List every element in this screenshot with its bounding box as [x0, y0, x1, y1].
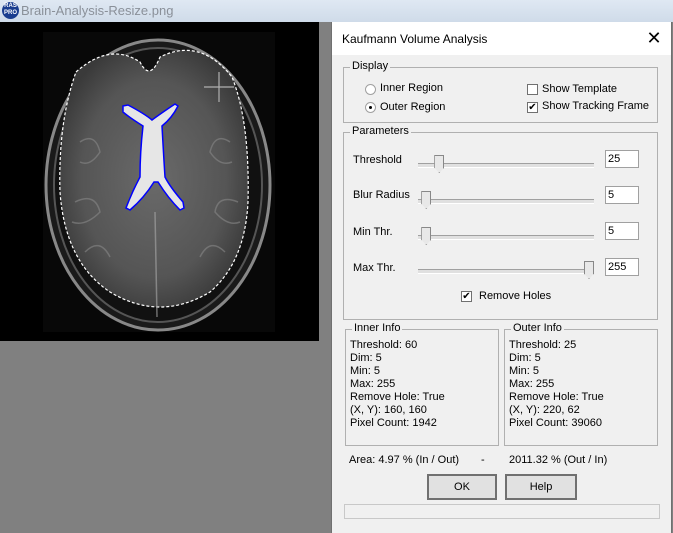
area-in-out: Area: 4.97 % (In / Out): [349, 454, 460, 466]
inner-info-remove-hole: Remove Hole: True: [350, 391, 445, 403]
window-titlebar: RAS PRO Brain-Analysis-Resize.png: [0, 0, 673, 22]
inner-info-min: Min: 5: [350, 365, 380, 377]
min-thr-slider-track[interactable]: [418, 235, 594, 240]
outer-region-radio[interactable]: [365, 102, 376, 113]
outer-info-label: Outer Info: [511, 322, 564, 334]
inner-info-group: Inner Info Threshold: 60 Dim: 5 Min: 5 M…: [345, 322, 499, 446]
threshold-slider-thumb[interactable]: [434, 155, 445, 173]
show-template-checkbox[interactable]: [527, 84, 538, 95]
show-tracking-frame-label[interactable]: Show Tracking Frame: [542, 100, 649, 112]
area-separator: -: [481, 454, 485, 466]
inner-info-threshold: Threshold: 60: [350, 339, 418, 351]
outer-info-lines: Threshold: 25 Dim: 5 Min: 5 Max: 255 Rem…: [509, 339, 604, 430]
outer-region-label[interactable]: Outer Region: [380, 101, 445, 113]
mri-image: [43, 32, 275, 332]
outer-info-threshold: Threshold: 25: [509, 339, 577, 351]
min-thr-input[interactable]: 5: [605, 222, 639, 240]
remove-holes-checkbox[interactable]: ✔: [461, 291, 472, 302]
dialog-titlebar[interactable]: Kaufmann Volume Analysis ✕: [332, 22, 671, 55]
blur-radius-slider-track[interactable]: [418, 199, 594, 204]
outer-info-group: Outer Info Threshold: 25 Dim: 5 Min: 5 M…: [504, 322, 658, 446]
inner-info-xy: (X, Y): 160, 160: [350, 404, 427, 416]
threshold-slider-track[interactable]: [418, 163, 594, 168]
ok-button[interactable]: OK: [427, 474, 497, 500]
min-thr-label: Min Thr.: [353, 226, 393, 238]
max-thr-input[interactable]: 255: [605, 258, 639, 276]
window-title: Brain-Analysis-Resize.png: [21, 3, 174, 18]
checkmark-icon: ✔: [462, 291, 471, 302]
blur-radius-slider-thumb[interactable]: [421, 191, 432, 209]
volume-analysis-dialog: Kaufmann Volume Analysis ✕ Display Inner…: [331, 22, 672, 533]
show-template-label[interactable]: Show Template: [542, 83, 617, 95]
inner-region-label[interactable]: Inner Region: [380, 82, 443, 94]
max-thr-slider-track[interactable]: [418, 269, 594, 274]
max-thr-label: Max Thr.: [353, 262, 396, 274]
max-thr-slider-thumb[interactable]: [584, 261, 594, 279]
blur-radius-input[interactable]: 5: [605, 186, 639, 204]
outer-info-min: Min: 5: [509, 365, 539, 377]
mri-image-canvas[interactable]: [0, 22, 319, 341]
parameters-group-label: Parameters: [350, 125, 411, 137]
inner-info-lines: Threshold: 60 Dim: 5 Min: 5 Max: 255 Rem…: [350, 339, 445, 430]
inner-region-radio[interactable]: [365, 84, 376, 95]
threshold-input[interactable]: 25: [605, 150, 639, 168]
min-thr-slider-thumb[interactable]: [421, 227, 432, 245]
threshold-label: Threshold: [353, 154, 402, 166]
outer-info-remove-hole: Remove Hole: True: [509, 391, 604, 403]
display-group: Display Inner Region Outer Region Show T…: [343, 60, 658, 123]
close-icon: ✕: [646, 28, 662, 48]
close-button[interactable]: ✕: [643, 27, 665, 49]
help-button[interactable]: Help: [505, 474, 577, 500]
inner-info-dim: Dim: 5: [350, 352, 382, 364]
area-out-in: 2011.32 % (Out / In): [509, 454, 608, 466]
display-group-label: Display: [350, 60, 391, 72]
app-icon-text-top: RAS: [4, 3, 17, 9]
app-icon-text-bottom: PRO: [3, 10, 17, 16]
status-bar: [344, 504, 660, 519]
workspace-background: [319, 22, 331, 533]
outer-info-dim: Dim: 5: [509, 352, 541, 364]
inner-info-pixel-count: Pixel Count: 1942: [350, 417, 437, 429]
dialog-title: Kaufmann Volume Analysis: [342, 32, 488, 46]
inner-info-label: Inner Info: [352, 322, 403, 334]
outer-info-pixel-count: Pixel Count: 39060: [509, 417, 602, 429]
outer-info-max: Max: 255: [509, 378, 555, 390]
inner-info-max: Max: 255: [350, 378, 396, 390]
checkmark-icon: ✔: [528, 102, 537, 113]
show-tracking-frame-checkbox[interactable]: ✔: [527, 102, 538, 113]
remove-holes-label[interactable]: Remove Holes: [479, 290, 551, 302]
blur-radius-label: Blur Radius: [353, 189, 410, 201]
raspro-icon: RAS PRO: [2, 2, 19, 19]
outer-info-xy: (X, Y): 220, 62: [509, 404, 580, 416]
parameters-group: Parameters Threshold 25 Blur Radius 5 Mi…: [343, 125, 658, 320]
